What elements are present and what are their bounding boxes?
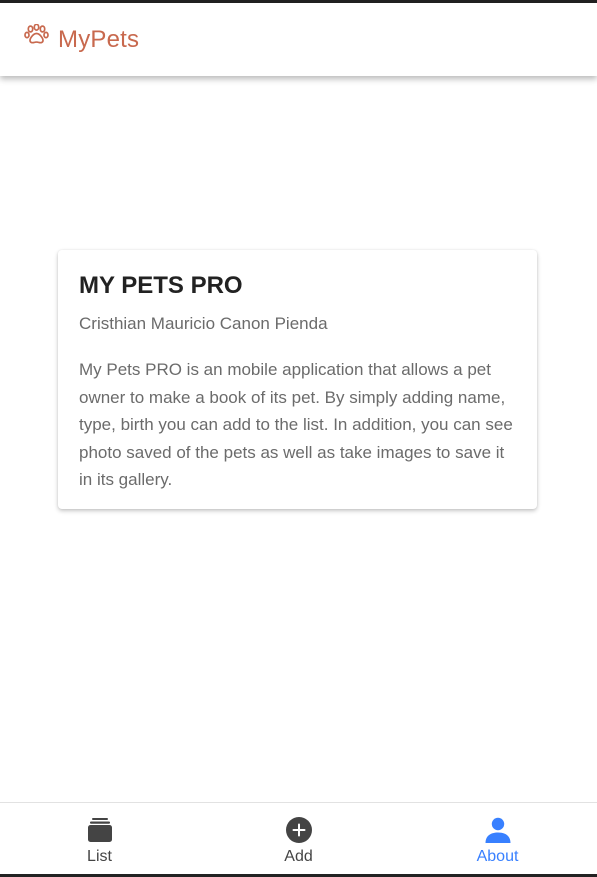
app-title: MyPets bbox=[58, 25, 140, 53]
paw-icon bbox=[24, 23, 49, 44]
tab-list[interactable]: List bbox=[0, 803, 199, 874]
about-card: MY PETS PRO Cristhian Mauricio Canon Pie… bbox=[58, 250, 537, 509]
tab-about[interactable]: About bbox=[398, 803, 597, 874]
app-frame: MyPets MY PETS PRO Cristhian Mauricio Ca… bbox=[0, 0, 597, 877]
person-icon bbox=[485, 817, 510, 843]
tab-add[interactable]: Add bbox=[199, 803, 398, 874]
tab-about-label: About bbox=[476, 848, 519, 865]
tab-list-label: List bbox=[87, 848, 112, 865]
app-header: MyPets bbox=[0, 3, 597, 76]
albums-icon bbox=[87, 818, 112, 842]
card-title: MY PETS PRO bbox=[79, 272, 243, 299]
card-description: My Pets PRO is an mobile application tha… bbox=[79, 360, 513, 489]
tab-bar: List Add About bbox=[0, 802, 597, 874]
card-subtitle: Cristhian Mauricio Canon Pienda bbox=[79, 314, 328, 333]
tab-add-label: Add bbox=[284, 848, 313, 865]
add-circle-icon bbox=[285, 817, 312, 843]
about-content: MY PETS PRO Cristhian Mauricio Canon Pie… bbox=[0, 76, 597, 801]
